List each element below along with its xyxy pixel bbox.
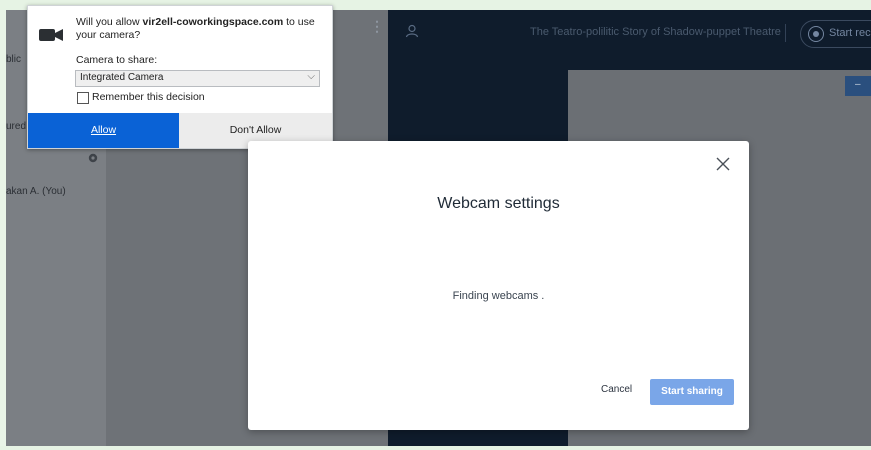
cancel-button[interactable]: Cancel [601,384,632,395]
permission-question: Will you allow vir2ell-coworkingspace.co… [76,16,316,42]
participant-you[interactable]: akan A. (You) [6,186,66,197]
webcam-settings-modal: Webcam settings Finding webcams . Cancel… [248,141,749,430]
modal-title: Webcam settings [437,195,560,212]
modal-status: Finding webcams . [452,290,545,302]
close-icon[interactable] [714,155,732,173]
gear-icon[interactable] [87,152,99,164]
start-recording-button[interactable]: Start rec [800,20,871,48]
camera-select-value: Integrated Camera [80,72,164,83]
kebab-menu-icon[interactable]: ⋮ [370,18,384,35]
panel-collapse-button[interactable]: – [845,76,871,96]
start-sharing-button[interactable]: Start sharing [650,379,734,405]
user-icon[interactable] [405,24,419,38]
app-header [388,10,871,70]
left-label-featured: ured [6,121,27,132]
question-prefix: Will you allow [76,16,143,28]
allow-button[interactable]: Allow [28,113,179,148]
camera-icon [39,29,63,41]
chevron-down-icon: ⌵ [307,71,315,82]
header-divider [785,24,786,42]
camera-select[interactable]: Integrated Camera ⌵ [75,70,320,87]
camera-share-label: Camera to share: [76,54,158,66]
requesting-site: vir2ell-coworkingspace.com [142,16,284,28]
remember-decision-label[interactable]: Remember this decision [92,91,205,103]
remember-decision-checkbox[interactable] [77,92,89,104]
left-label-public: blic [6,54,22,65]
meeting-title: The Teatro-polilitic Story of Shadow-pup… [530,26,781,38]
panel-collapse-label: – [855,79,861,90]
record-icon [808,26,824,42]
camera-permission-popup: Will you allow vir2ell-coworkingspace.co… [27,5,333,149]
bottom-border [0,446,871,450]
start-recording-label: Start rec [829,27,871,39]
